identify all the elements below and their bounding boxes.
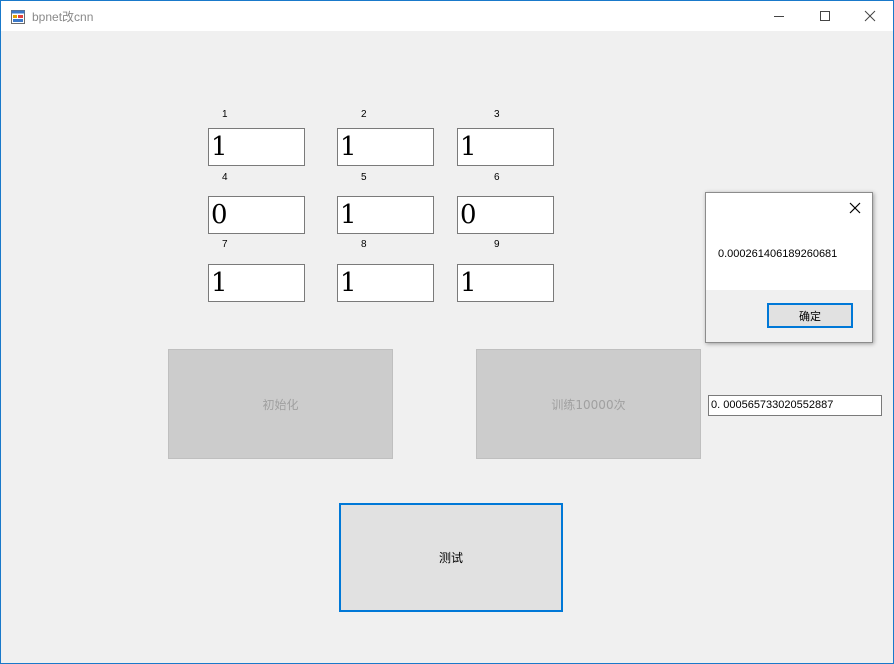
cell-input-2[interactable]: 1 [337,128,434,166]
cell-input-8[interactable]: 1 [337,264,434,302]
dialog-close-button[interactable] [844,197,866,219]
close-icon [864,10,876,22]
cell-label-5: 5 [361,172,367,183]
maximize-button[interactable] [802,1,848,31]
cell-label-9: 9 [494,239,500,250]
maximize-icon [820,11,830,21]
cell-input-3[interactable]: 1 [457,128,554,166]
close-button[interactable] [847,1,893,31]
cell-label-6: 6 [494,172,500,183]
minimize-button[interactable] [756,1,802,31]
cell-input-7[interactable]: 1 [208,264,305,302]
message-box: 0.000261406189260681 确定 [705,192,873,343]
train-button[interactable]: 训练10000次 [476,349,701,459]
result-textbox[interactable]: 0. 000565733020552887 [708,395,882,416]
cell-input-5[interactable]: 1 [337,196,434,234]
cell-label-7: 7 [222,239,228,250]
test-button[interactable]: 测试 [339,503,563,612]
dialog-footer: 确定 [706,290,872,342]
cell-label-1: 1 [222,109,228,120]
cell-input-1[interactable]: 1 [208,128,305,166]
cell-input-6[interactable]: 0 [457,196,554,234]
close-icon [849,202,861,214]
cell-label-3: 3 [494,109,500,120]
cell-input-4[interactable]: 0 [208,196,305,234]
dialog-message: 0.000261406189260681 [718,248,838,260]
cell-label-2: 2 [361,109,367,120]
app-form-icon [11,9,25,24]
minimize-icon [774,16,784,17]
main-window: bpnet改cnn 1 2 3 4 5 6 7 8 9 1 1 1 0 1 0 … [0,0,894,664]
cell-input-9[interactable]: 1 [457,264,554,302]
init-button[interactable]: 初始化 [168,349,393,459]
cell-label-4: 4 [222,172,228,183]
cell-label-8: 8 [361,239,367,250]
window-title: bpnet改cnn [32,10,94,24]
title-bar[interactable]: bpnet改cnn [1,1,893,31]
dialog-ok-button[interactable]: 确定 [767,303,853,328]
